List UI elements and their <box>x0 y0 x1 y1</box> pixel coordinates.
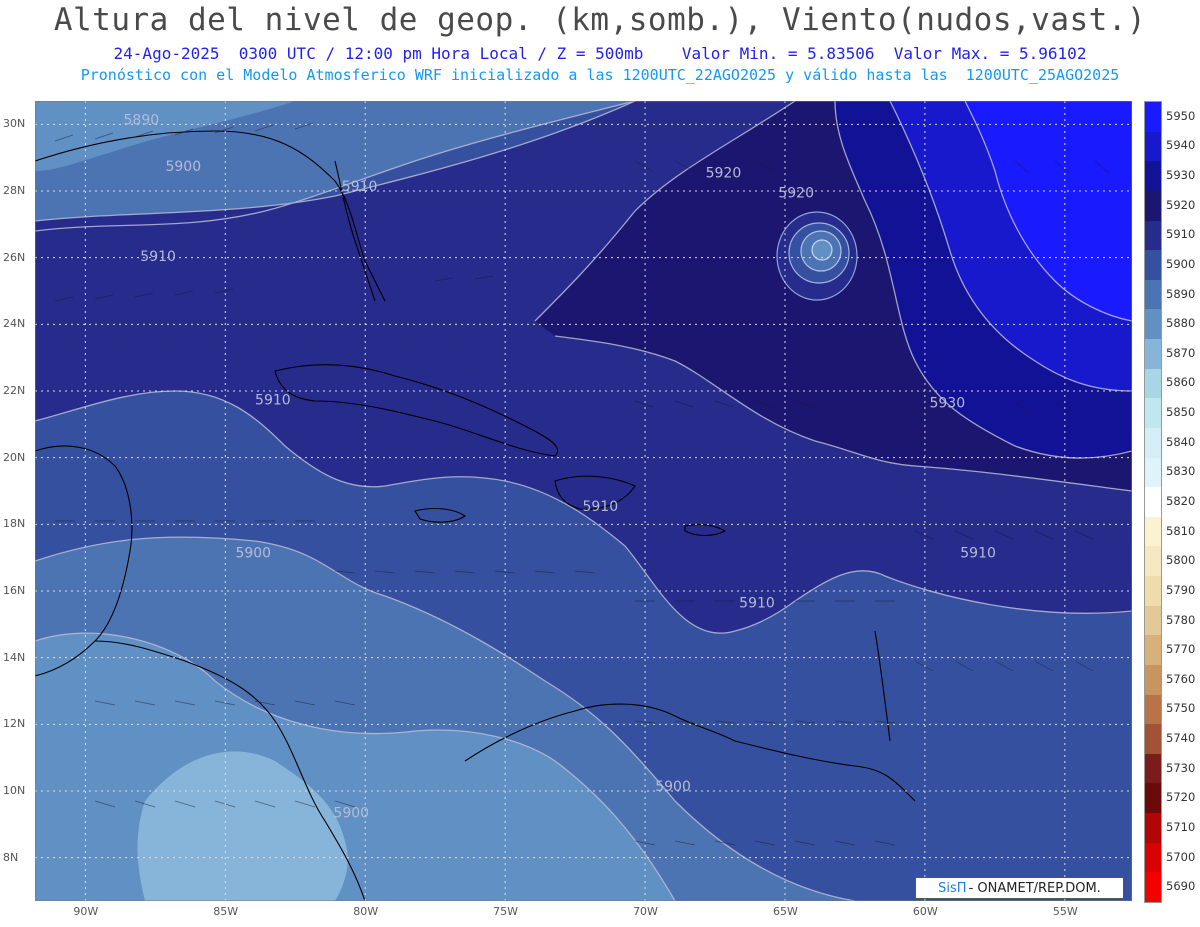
legend-level-label: 5870 <box>1166 345 1196 360</box>
lat-tick-label: 26N <box>3 250 26 264</box>
lat-tick-label: 16N <box>3 584 26 597</box>
legend-level-label: 5690 <box>1166 879 1196 894</box>
legend-swatch <box>1145 368 1161 399</box>
contour-label: 5900 <box>333 806 369 822</box>
contour-label: 5920 <box>706 166 742 182</box>
lon-tick-label: 85W <box>213 905 239 918</box>
color-legend <box>1144 101 1162 903</box>
legend-swatch <box>1145 664 1161 695</box>
map-title: Altura del nivel de geop. (km,somb.), Vi… <box>53 2 1147 38</box>
lon-tick-label: 60W <box>912 905 938 918</box>
contour-label: 5910 <box>342 179 378 195</box>
lat-tick-label: 14N <box>3 650 26 664</box>
lon-tick-label: 70W <box>633 905 658 918</box>
contour-label: 5910 <box>739 596 775 612</box>
legend-swatch <box>1145 516 1161 547</box>
low-center <box>811 239 833 261</box>
legend-swatch <box>1145 813 1161 843</box>
legend-swatch <box>1145 753 1161 784</box>
legend-swatch <box>1145 131 1161 162</box>
credit-org: - ONAMET/REP.DOM. <box>968 880 1101 896</box>
legend-swatch <box>1145 842 1161 873</box>
lon-tick-label: 55W <box>1052 905 1078 918</box>
contour-label: 5910 <box>960 546 996 562</box>
lat-tick-label: 28N <box>3 184 26 197</box>
legend-level-label: 5750 <box>1166 701 1196 716</box>
legend-level-label: 5740 <box>1166 731 1196 746</box>
contour-label: 5900 <box>235 546 271 562</box>
legend-level-label: 5910 <box>1166 227 1196 242</box>
legend-level-label: 5760 <box>1166 671 1196 686</box>
contour-label: 5900 <box>165 159 201 175</box>
legend-swatch <box>1145 190 1161 221</box>
legend-level-label: 5710 <box>1166 819 1196 834</box>
lat-tick-label: 20N <box>3 450 26 464</box>
legend-swatch <box>1145 457 1161 488</box>
forecast-map: 5890 5900 5910 5910 5920 5920 5910 5930 5910 5900… <box>35 101 1132 901</box>
legend-swatch <box>1145 783 1161 813</box>
legend-level-label: 5940 <box>1166 138 1196 153</box>
legend-level-label: 5840 <box>1166 434 1196 449</box>
map-subtitle-model-info: Pronóstico con el Modelo Atmosferico WRF… <box>80 66 1120 84</box>
legend-level-label: 5880 <box>1166 316 1196 331</box>
contour-label: 5920 <box>778 186 814 202</box>
legend-swatch <box>1145 339 1161 369</box>
lat-tick-label: 18N <box>3 517 26 531</box>
legend-swatch <box>1145 161 1161 191</box>
legend-level-label: 5770 <box>1166 642 1196 657</box>
legend-level-label: 5700 <box>1166 849 1196 864</box>
legend-level-label: 5780 <box>1166 612 1196 627</box>
lon-tick-label: 65W <box>772 905 798 918</box>
lat-tick-label: 12N <box>3 717 26 731</box>
lat-tick-label: 8N <box>3 850 19 864</box>
contour-label: 5890 <box>124 112 160 128</box>
legend-swatch <box>1145 724 1161 754</box>
legend-swatch <box>1145 605 1161 636</box>
legend-swatch <box>1145 872 1161 902</box>
lat-tick-label: 22N <box>3 384 26 397</box>
lon-tick-label: 80W <box>353 905 379 918</box>
contour-label: 5910 <box>255 392 291 408</box>
legend-level-label: 5720 <box>1166 790 1196 805</box>
contour-label: 5930 <box>929 396 965 412</box>
legend-swatch <box>1145 576 1161 606</box>
map-subtitle-valid-time: 24-Ago-2025 0300 UTC / 12:00 pm Hora Loc… <box>113 44 1087 63</box>
legend-swatch <box>1145 102 1161 132</box>
lat-tick-label: 30N <box>3 117 26 131</box>
lon-tick-label: 90W <box>73 905 99 918</box>
credit-brand: SisΠ <box>938 880 967 896</box>
legend-level-label: 5790 <box>1166 582 1196 597</box>
legend-level-label: 5860 <box>1166 375 1196 390</box>
legend-swatch <box>1145 487 1161 517</box>
legend-swatch <box>1145 427 1161 458</box>
legend-swatch <box>1145 220 1161 251</box>
legend-level-label: 5900 <box>1166 256 1196 271</box>
legend-swatch <box>1145 635 1161 665</box>
lat-tick-label: 10N <box>3 784 26 797</box>
legend-level-label: 5830 <box>1166 464 1196 479</box>
legend-swatch <box>1145 546 1161 576</box>
legend-level-label: 5920 <box>1166 197 1196 212</box>
credit-box: SisΠ - ONAMET/REP.DOM. <box>915 877 1124 899</box>
contour-label: 5910 <box>582 499 618 515</box>
legend-level-label: 5850 <box>1166 405 1196 420</box>
legend-level-label: 5730 <box>1166 760 1196 775</box>
legend-swatch <box>1145 309 1161 339</box>
lat-tick-label: 24N <box>3 317 26 331</box>
legend-level-label: 5930 <box>1166 168 1196 183</box>
contour-label: 5900 <box>655 779 691 795</box>
legend-level-label: 5820 <box>1166 494 1196 508</box>
legend-swatch <box>1145 694 1161 725</box>
legend-swatch <box>1145 398 1161 428</box>
contour-label: 5910 <box>140 249 176 265</box>
legend-level-label: 5890 <box>1166 286 1196 301</box>
legend-swatch <box>1145 279 1161 310</box>
legend-swatch <box>1145 250 1161 280</box>
legend-level-label: 5800 <box>1166 553 1196 568</box>
lon-tick-label: 75W <box>493 905 519 918</box>
legend-level-label: 5950 <box>1166 108 1196 123</box>
legend-level-label: 5810 <box>1166 523 1196 538</box>
